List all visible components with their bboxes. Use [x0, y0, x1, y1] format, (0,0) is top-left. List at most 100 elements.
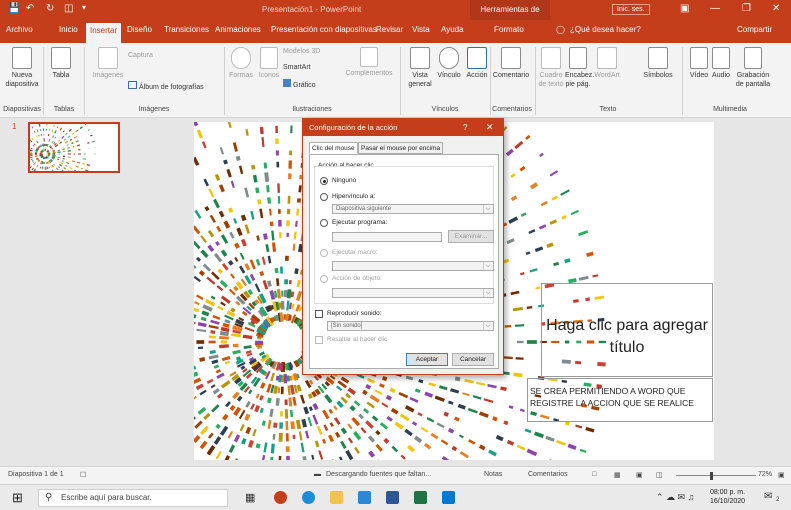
file-explorer-icon[interactable] [330, 491, 343, 504]
browse-button[interactable]: Examinar... [448, 230, 494, 243]
tab-revisar[interactable]: Revisar [376, 25, 403, 34]
icons-button[interactable]: Iconos [256, 47, 282, 80]
clock[interactable]: 08:00 p. m. 16/10/2020 [710, 488, 745, 506]
ok-button[interactable]: Aceptar [406, 353, 448, 366]
tab-insertar[interactable]: Insertar [86, 23, 122, 43]
share-button[interactable]: Compartir [737, 25, 772, 34]
table-button[interactable]: Tabla [46, 47, 76, 80]
macro-select[interactable]: ⌵ [332, 261, 494, 271]
sign-in-button[interactable]: Inic. ses. [612, 4, 650, 15]
task-view-icon[interactable]: ▦ [245, 491, 255, 504]
notification-icon[interactable]: ✉ [764, 491, 772, 502]
pattern-tile [196, 129, 204, 139]
tab-mouse-over[interactable]: Pasar el mouse por encima [358, 142, 444, 154]
shapes-button[interactable]: Formas [226, 47, 256, 80]
redo-icon[interactable]: ↻ [46, 3, 54, 14]
zoom-slider-thumb[interactable] [710, 472, 713, 480]
windows-start-icon[interactable]: ⊞ [12, 490, 23, 506]
slide-thumbnail[interactable] [28, 122, 120, 173]
save-icon[interactable]: 💾 [8, 3, 20, 14]
radio-run-program[interactable] [320, 219, 328, 227]
zoom-slider[interactable] [676, 475, 756, 476]
tab-animaciones[interactable]: Animaciones [215, 25, 261, 34]
object-action-select[interactable]: ⌵ [332, 288, 494, 298]
highlight-click-checkbox[interactable] [315, 336, 323, 344]
radio-run-macro[interactable] [320, 249, 328, 257]
start-presentation-icon[interactable]: ◫ [64, 3, 73, 14]
fit-slide-icon[interactable]: ▣ [778, 471, 785, 479]
hyperlink-select[interactable]: Diapositiva siguiente ⌵ [332, 204, 494, 214]
pattern-tile [436, 422, 445, 429]
zoom-level[interactable]: 72% [758, 471, 772, 478]
comments-button[interactable]: Comentarios [528, 471, 568, 478]
ribbon-display-icon[interactable]: ▣ [680, 3, 689, 14]
header-footer-button[interactable]: Encabez. pie pág. [565, 47, 594, 89]
tab-vista[interactable]: Vista [412, 25, 430, 34]
screenshot-button[interactable]: Captura [128, 51, 188, 60]
slideshow-icon[interactable]: ◫ [656, 471, 663, 479]
program-path-input[interactable] [332, 232, 442, 242]
tray-icons[interactable]: ⌃ ☁ ✉ ♫ [656, 492, 694, 503]
notes-button[interactable]: Notas [484, 471, 502, 478]
photo-album-button[interactable]: Álbum de fotografías [128, 81, 218, 92]
chart-button[interactable]: Gráfico [283, 79, 343, 90]
tab-diseno[interactable]: Diseño [127, 25, 152, 34]
minimize-icon[interactable]: — [710, 3, 720, 14]
action-button[interactable]: Acción [464, 47, 490, 80]
play-sound-checkbox[interactable] [315, 310, 323, 318]
link-button[interactable]: Vínculo [434, 47, 464, 80]
tab-presentacion[interactable]: Presentación con diapositivas [271, 25, 377, 34]
pattern-tile [204, 205, 210, 212]
app-icon[interactable] [442, 491, 455, 504]
text-placeholder-text[interactable]: SE CREA PERMITIENDO A WORD QUE REGISTRE … [530, 385, 712, 409]
pattern-tile [83, 153, 86, 155]
textbox-button[interactable]: Cuadro de texto [537, 47, 565, 89]
images-button[interactable]: Imágenes [88, 47, 128, 80]
tell-me-search[interactable]: ¿Qué desea hacer? [570, 25, 641, 34]
radio-object-action[interactable] [320, 275, 328, 283]
symbols-button[interactable]: Símbolos [641, 47, 675, 80]
close-icon[interactable]: ✕ [772, 3, 780, 14]
new-slide-button[interactable]: Nueva diapositiva [2, 47, 42, 89]
tab-archivo[interactable]: Archivo [6, 25, 33, 34]
normal-view-icon[interactable]: □ [592, 471, 596, 478]
tab-ayuda[interactable]: Ayuda [441, 25, 464, 34]
audio-button[interactable]: Audio [710, 47, 732, 80]
comment-icon [501, 47, 521, 69]
word-icon[interactable] [386, 491, 399, 504]
maximize-icon[interactable]: ❐ [742, 3, 751, 14]
pattern-tile [506, 238, 515, 245]
help-button[interactable]: ? [463, 119, 467, 136]
tab-formato[interactable]: Formato [494, 25, 524, 34]
radio-hyperlink[interactable] [320, 193, 328, 201]
tab-mouse-click[interactable]: Clic del mouse [309, 142, 358, 154]
radio-none[interactable] [320, 177, 328, 185]
zoom-button[interactable]: Vista general [406, 47, 434, 89]
screen-recording-button[interactable]: Grabación de pantalla [733, 47, 773, 89]
comment-button[interactable]: Comentario [490, 47, 532, 80]
taskbar-search-box[interactable]: Escribe aquí para buscar. [38, 489, 228, 507]
3d-models-button[interactable]: Modelos 3D [283, 47, 343, 56]
reading-view-icon[interactable]: ▣ [636, 471, 643, 479]
edge-icon[interactable] [302, 491, 315, 504]
wordart-button[interactable]: WordArt [592, 47, 622, 80]
group-comentarios: Comentarios [492, 106, 532, 113]
customize-qat-icon[interactable]: ▾ [82, 3, 86, 12]
spelling-icon[interactable]: ☐ [80, 471, 86, 479]
title-placeholder-text[interactable]: Haga clic para agregar título [542, 315, 712, 359]
undo-icon[interactable]: ↶ [26, 3, 34, 14]
store-icon[interactable] [358, 491, 371, 504]
sound-select[interactable]: [Sin sonido] ⌵ [327, 321, 494, 331]
video-button[interactable]: Vídeo [688, 47, 710, 80]
pattern-tile [285, 446, 290, 452]
tab-inicio[interactable]: Inicio [59, 25, 78, 34]
cancel-button[interactable]: Cancelar [452, 353, 494, 366]
addins-button[interactable]: Complementos [344, 47, 394, 78]
tab-transiciones[interactable]: Transiciones [164, 25, 209, 34]
powerpoint-taskbar-icon[interactable] [274, 491, 287, 504]
dialog-close-button[interactable]: ✕ [486, 119, 494, 136]
pattern-tile [59, 141, 63, 144]
slide-sorter-icon[interactable]: ▦ [614, 471, 621, 479]
smartart-button[interactable]: SmartArt [283, 63, 343, 72]
excel-icon[interactable] [414, 491, 427, 504]
